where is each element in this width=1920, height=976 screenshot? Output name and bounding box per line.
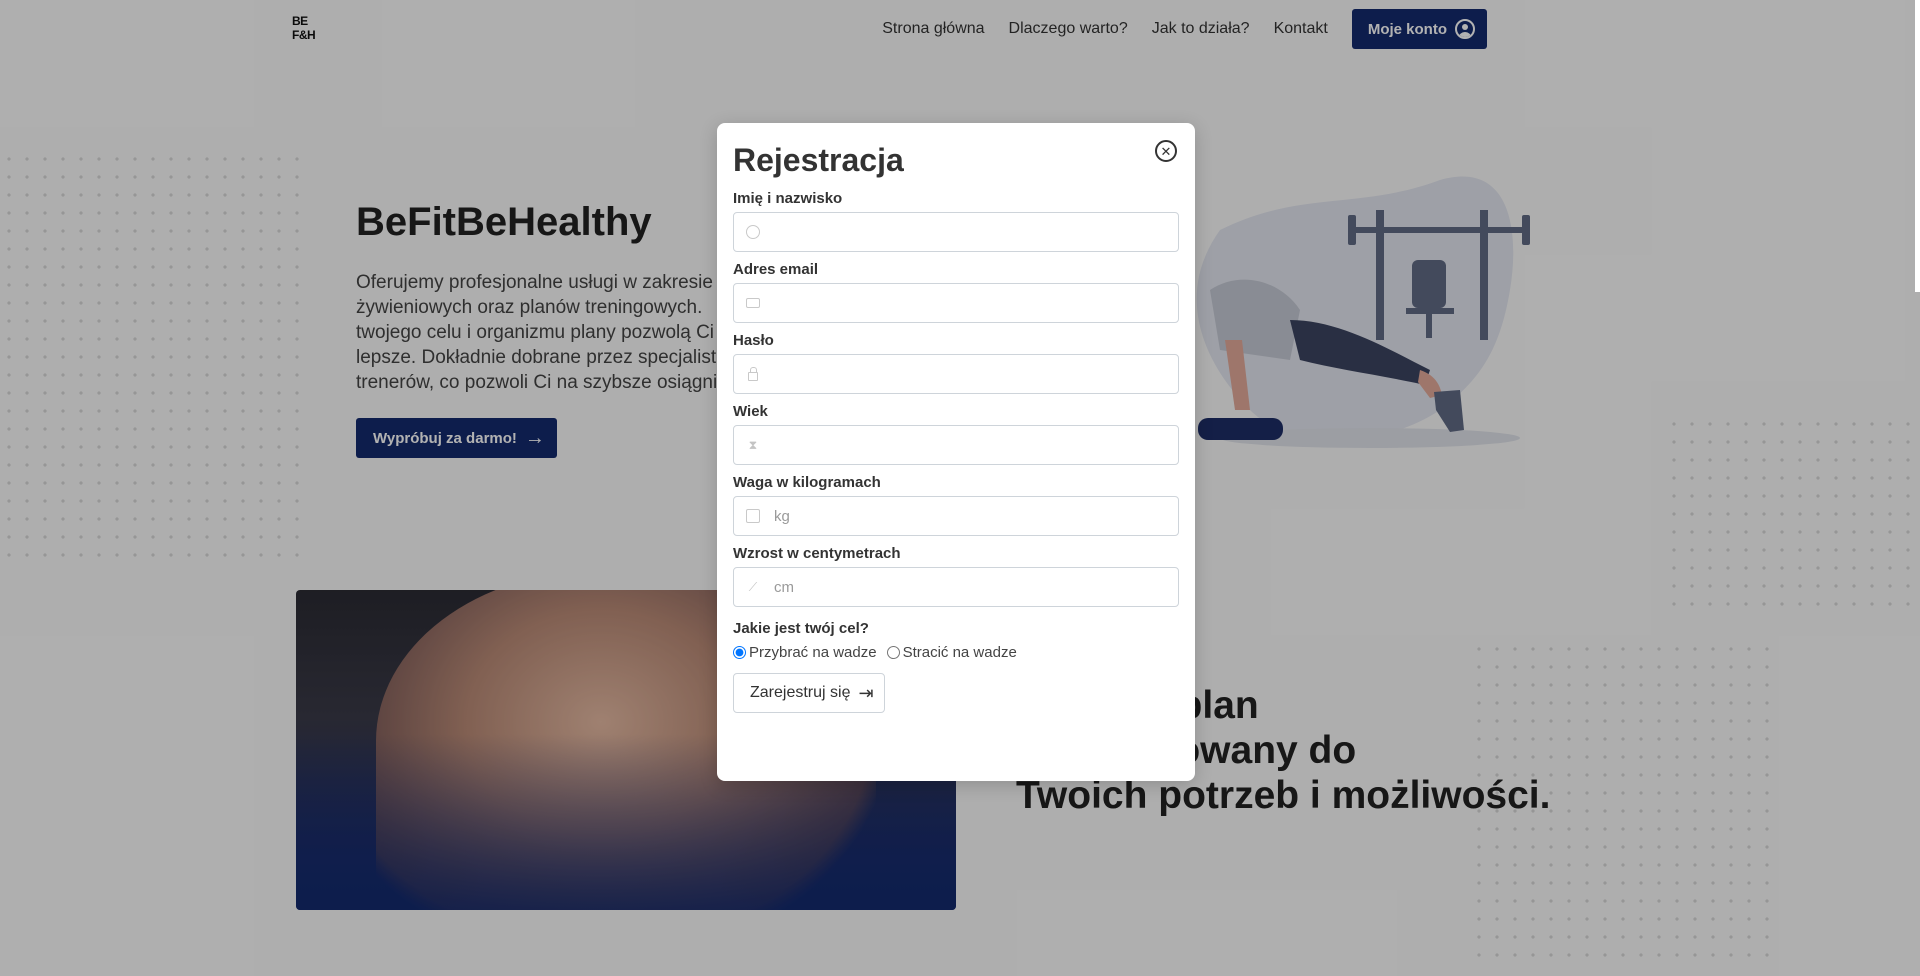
goal-radio-gain[interactable] — [733, 645, 746, 659]
full-name-input-wrap — [733, 212, 1179, 252]
goal-radio-lose[interactable] — [886, 645, 900, 659]
age-input-wrap: ⧗ — [733, 425, 1179, 465]
register-button[interactable]: Zarejestruj się ⇥ — [733, 673, 885, 713]
password-input[interactable] — [734, 355, 1178, 393]
email-label: Adres email — [733, 261, 819, 278]
goal-gain-label: Przybrać na wadze — [749, 643, 877, 661]
weight-input-wrap — [733, 496, 1179, 536]
modal-title: Rejestracja — [733, 142, 904, 178]
height-label: Wzrost w centymetrach — [733, 545, 901, 562]
user-icon — [746, 225, 760, 239]
full-name-label: Imię i nazwisko — [733, 190, 843, 207]
hourglass-icon: ⧗ — [748, 438, 758, 452]
field-weight: Waga w kilogramach — [733, 473, 1179, 536]
sign-in-icon: ⇥ — [858, 683, 874, 703]
close-icon[interactable]: ✕ — [1155, 140, 1177, 162]
age-input[interactable] — [734, 426, 1178, 464]
weight-input[interactable] — [734, 497, 1178, 535]
register-label: Zarejestruj się — [750, 684, 851, 701]
age-label: Wiek — [733, 403, 768, 420]
password-label: Hasło — [733, 332, 774, 349]
goal-radio-group: Przybrać na wadze Stracić na wadze — [733, 641, 1179, 663]
goal-option-lose[interactable]: Stracić na wadze — [886, 643, 1017, 661]
registration-modal: Rejestracja ✕ Imię i nazwisko Adres emai… — [717, 123, 1195, 781]
mail-icon — [746, 298, 760, 308]
field-height: Wzrost w centymetrach ⟋ — [733, 544, 1179, 607]
field-email: Adres email — [733, 260, 1179, 323]
height-input-wrap: ⟋ — [733, 567, 1179, 607]
full-name-input[interactable] — [734, 213, 1178, 251]
goal-option-gain[interactable]: Przybrać na wadze — [733, 644, 877, 661]
password-input-wrap — [733, 354, 1179, 394]
weight-label: Waga w kilogramach — [733, 474, 881, 491]
field-age: Wiek ⧗ — [733, 402, 1179, 465]
scale-icon — [746, 509, 760, 523]
lock-icon — [748, 367, 758, 381]
email-input[interactable] — [734, 284, 1178, 322]
scrollbar[interactable] — [1915, 0, 1920, 292]
goal-label: Jakie jest twój cel? — [733, 620, 869, 637]
email-input-wrap — [733, 283, 1179, 323]
chart-line-icon: ⟋ — [748, 580, 758, 594]
field-full-name: Imię i nazwisko — [733, 189, 1179, 252]
field-password: Hasło — [733, 331, 1179, 394]
height-input[interactable] — [734, 568, 1178, 606]
goal-lose-label: Stracić na wadze — [902, 643, 1017, 661]
